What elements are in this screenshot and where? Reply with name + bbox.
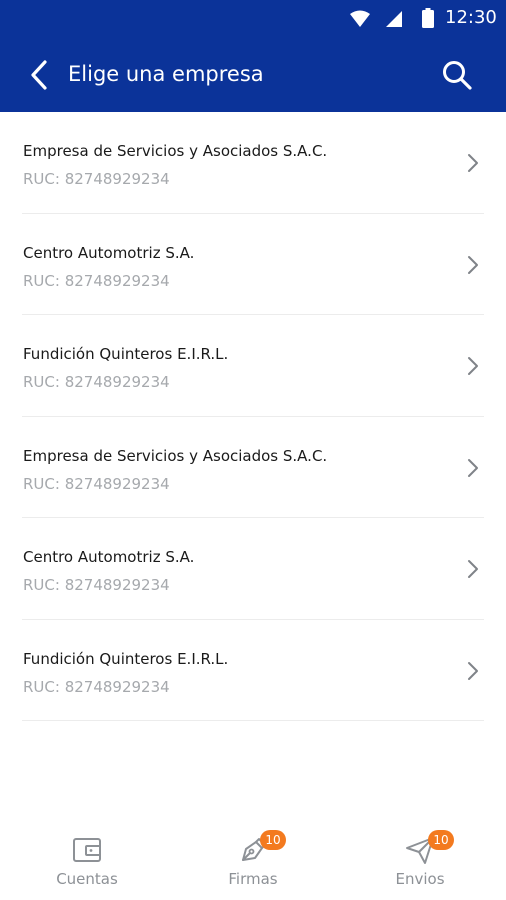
company-name: Empresa de Servicios y Asociados S.A.C. bbox=[23, 446, 328, 465]
company-ruc: RUC: 82748929234 bbox=[23, 271, 170, 290]
company-list-item[interactable]: Empresa de Servicios y Asociados S.A.C. … bbox=[22, 112, 484, 214]
company-list-item[interactable]: Centro Automotriz S.A. RUC: 82748929234 bbox=[22, 214, 484, 315]
company-name: Centro Automotriz S.A. bbox=[23, 243, 195, 262]
company-name: Fundición Quinteros E.I.R.L. bbox=[23, 345, 229, 363]
company-ruc: RUC: 82748929234 bbox=[23, 373, 170, 391]
envios-badge: 10 bbox=[428, 830, 454, 850]
company-list-item[interactable]: Fundición Quinteros E.I.R.L. RUC: 827489… bbox=[22, 315, 484, 417]
company-ruc: RUC: 82748929234 bbox=[23, 474, 170, 493]
chevron-right-icon bbox=[468, 560, 478, 578]
search-icon[interactable] bbox=[440, 58, 474, 92]
chevron-right-icon bbox=[468, 458, 478, 477]
company-list-item[interactable]: Centro Automotriz S.A. RUC: 82748929234 bbox=[22, 518, 484, 620]
company-name: Empresa de Servicios y Asociados S.A.C. bbox=[23, 142, 328, 160]
firmas-badge: 10 bbox=[260, 830, 286, 850]
back-arrow-icon[interactable] bbox=[26, 58, 56, 92]
signal-icon bbox=[386, 11, 402, 27]
status-time: 12:30 bbox=[445, 7, 497, 28]
battery-icon bbox=[422, 8, 434, 28]
chevron-right-icon bbox=[468, 661, 478, 680]
chevron-right-icon bbox=[468, 255, 478, 274]
company-ruc: RUC: 82748929234 bbox=[23, 677, 170, 696]
nav-item-firmas[interactable]: 10 Firmas bbox=[169, 820, 337, 900]
nav-label-cuentas: Cuentas bbox=[56, 870, 118, 888]
nav-label-envios: Envios bbox=[395, 870, 445, 888]
wallet-icon bbox=[73, 838, 101, 862]
nav-item-envios[interactable]: 10 Envios bbox=[336, 820, 504, 900]
company-ruc: RUC: 82748929234 bbox=[23, 576, 170, 594]
company-list-item[interactable]: Fundición Quinteros E.I.R.L. RUC: 827489… bbox=[22, 620, 484, 721]
wifi-icon bbox=[350, 10, 370, 27]
company-list: Empresa de Servicios y Asociados S.A.C. … bbox=[0, 112, 506, 721]
company-ruc: RUC: 82748929234 bbox=[23, 170, 170, 188]
company-list-item[interactable]: Empresa de Servicios y Asociados S.A.C. … bbox=[22, 417, 484, 518]
bottom-navigation: Cuentas 10 Firmas 10 Envios bbox=[0, 820, 506, 900]
nav-label-firmas: Firmas bbox=[228, 870, 278, 888]
status-bar: 12:30 bbox=[0, 0, 506, 36]
company-name: Fundición Quinteros E.I.R.L. bbox=[23, 649, 229, 668]
company-name: Centro Automotriz S.A. bbox=[23, 548, 195, 566]
nav-item-cuentas[interactable]: Cuentas bbox=[3, 820, 171, 900]
chevron-right-icon bbox=[468, 357, 478, 375]
chevron-right-icon bbox=[468, 154, 478, 172]
page-title: Elige una empresa bbox=[68, 62, 264, 86]
app-bar: 12:30 Elige una empresa bbox=[0, 0, 506, 112]
